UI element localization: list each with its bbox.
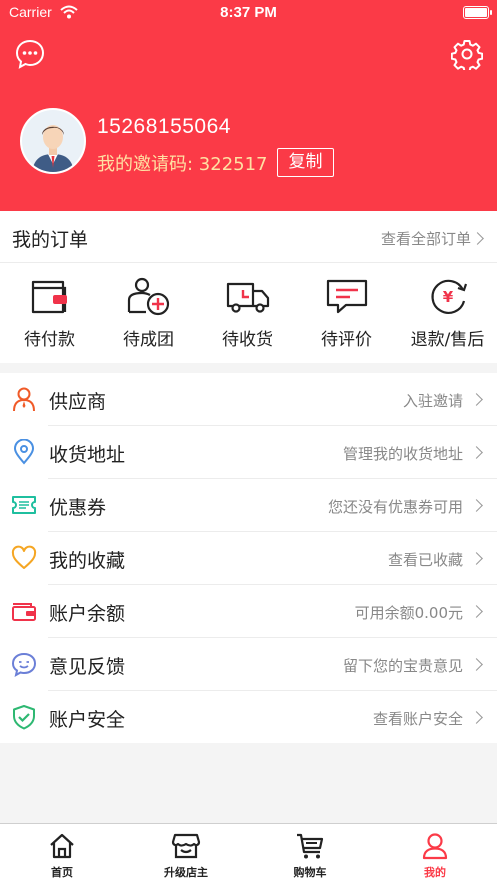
chevron-right-icon: [470, 552, 483, 565]
store-icon: [171, 833, 201, 859]
menu-item-address[interactable]: 收货地址 管理我的收货地址: [0, 426, 497, 479]
battery-icon: [463, 6, 492, 19]
truck-icon: [226, 282, 269, 313]
menu-label: 供应商: [49, 391, 107, 413]
order-label: 退款/售后: [410, 330, 485, 350]
invite-code: 我的邀请码: 322517: [97, 154, 268, 175]
order-pending-review[interactable]: 待评价: [297, 273, 396, 353]
tab-label: 我的: [424, 866, 446, 879]
user-icon: [422, 833, 448, 860]
menu-label: 优惠券: [49, 497, 107, 519]
tab-label: 购物车: [293, 866, 327, 879]
tab-bar: 首页 升级店主 购物车 我的: [0, 823, 497, 883]
tab-label: 升级店主: [164, 866, 208, 879]
chevron-right-icon: [471, 232, 484, 245]
menu-hint: 查看已收藏: [387, 551, 463, 569]
menu-item-feedback[interactable]: 意见反馈 留下您的宝贵意见: [0, 638, 497, 691]
tab-label: 首页: [51, 866, 73, 879]
chat-bubble-icon: [15, 39, 45, 69]
order-pending-payment[interactable]: 待付款: [0, 273, 99, 353]
gear-icon: [450, 40, 484, 73]
status-time: 8:37 PM: [220, 4, 277, 21]
menu-hint: 可用余额0.00元: [354, 604, 463, 622]
chevron-right-icon: [470, 605, 483, 618]
copy-button[interactable]: 复制: [277, 148, 334, 177]
tab-upgrade-store[interactable]: 升级店主: [124, 824, 248, 883]
order-label: 待收货: [222, 330, 273, 350]
menu-item-coupon[interactable]: 优惠券 您还没有优惠券可用: [0, 479, 497, 532]
menu-label: 收货地址: [49, 444, 126, 466]
menu-item-favorites[interactable]: 我的收藏 查看已收藏: [0, 532, 497, 585]
order-label: 待付款: [24, 330, 75, 350]
orders-section: 我的订单 查看全部订单 待付款 待成团 待收货 待评价 ¥ 退款/售后: [0, 211, 497, 363]
smile-icon: [11, 652, 37, 677]
person-icon: [13, 387, 35, 412]
order-label: 待成团: [123, 330, 174, 350]
comment-icon: [326, 279, 367, 314]
group-add-icon: [127, 277, 169, 316]
wallet-icon: [12, 603, 36, 621]
settings-button[interactable]: [450, 38, 484, 73]
location-icon: [13, 439, 35, 465]
order-pending-delivery[interactable]: 待收货: [198, 273, 297, 353]
tab-cart[interactable]: 购物车: [248, 824, 372, 883]
cart-icon: [297, 833, 324, 859]
message-button[interactable]: [14, 38, 46, 70]
menu-label: 意见反馈: [49, 656, 126, 678]
menu-hint: 入驻邀请: [402, 392, 463, 410]
tab-home[interactable]: 首页: [0, 824, 124, 883]
avatar[interactable]: [20, 108, 86, 174]
home-icon: [50, 833, 74, 859]
menu-label: 账户安全: [49, 709, 126, 731]
menu-item-supplier[interactable]: 供应商 入驻邀请: [0, 373, 497, 426]
shield-icon: [13, 705, 35, 730]
tab-mine[interactable]: 我的: [373, 824, 497, 883]
orders-title: 我的订单: [12, 229, 89, 251]
chevron-right-icon: [470, 711, 483, 724]
menu-label: 我的收藏: [49, 550, 126, 572]
menu-item-security[interactable]: 账户安全 查看账户安全: [0, 691, 497, 744]
menu-item-balance[interactable]: 账户余额 可用余额0.00元: [0, 585, 497, 638]
refund-icon: ¥: [430, 279, 467, 314]
profile-header: Carrier 8:37 PM 15268155064 我的邀请码: 32251: [0, 0, 497, 211]
menu-hint: 查看账户安全: [372, 710, 463, 728]
chevron-right-icon: [470, 658, 483, 671]
ticket-icon: [12, 496, 36, 514]
status-bar: Carrier 8:37 PM: [0, 0, 497, 26]
order-label: 待评价: [321, 330, 372, 350]
view-all-orders-link[interactable]: 查看全部订单: [381, 228, 471, 249]
phone-number: 15268155064: [97, 115, 231, 138]
heart-icon: [11, 545, 37, 569]
chevron-right-icon: [470, 499, 483, 512]
order-pending-group[interactable]: 待成团: [99, 273, 198, 353]
menu-hint: 您还没有优惠券可用: [327, 498, 463, 516]
menu-label: 账户余额: [49, 603, 126, 625]
svg-text:¥: ¥: [442, 288, 453, 306]
order-refund[interactable]: ¥ 退款/售后: [398, 273, 497, 353]
menu-hint: 留下您的宝贵意见: [342, 657, 463, 675]
wallet-icon: [31, 280, 67, 314]
chevron-right-icon: [470, 393, 483, 406]
user-avatar-icon: [22, 110, 84, 172]
menu-list: 供应商 入驻邀请 收货地址 管理我的收货地址 优惠券 您还没有优惠券可用 我的收…: [0, 373, 497, 743]
chevron-right-icon: [470, 446, 483, 459]
menu-hint: 管理我的收货地址: [342, 445, 463, 463]
orders-header[interactable]: 我的订单 查看全部订单: [0, 211, 497, 263]
